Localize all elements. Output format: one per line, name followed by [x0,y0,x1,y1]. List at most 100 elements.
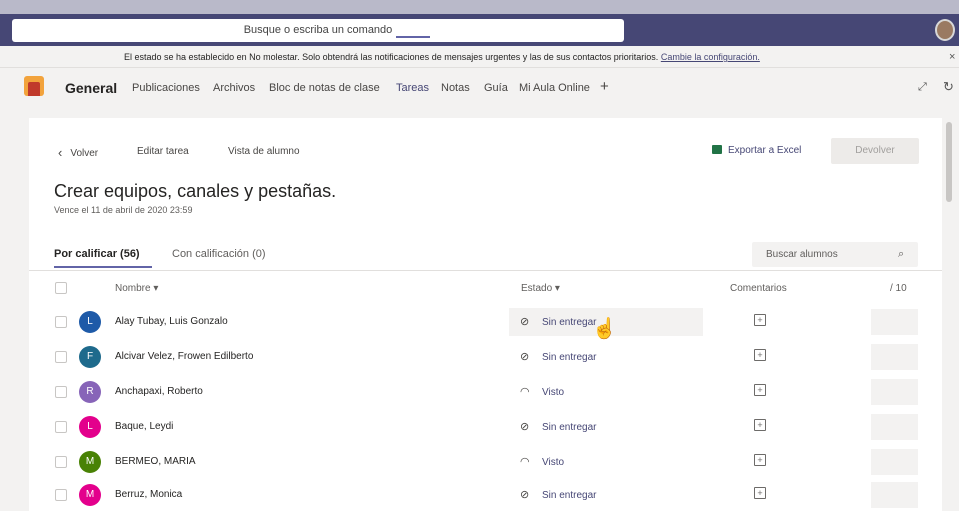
edit-assignment-button[interactable]: Editar tarea [137,146,189,157]
student-view-button[interactable]: Vista de alumno [228,146,300,157]
tab-publicaciones[interactable]: Publicaciones [132,82,200,94]
command-search-input[interactable]: Busque o escriba un comando [12,19,624,42]
table-row[interactable]: R Anchapaxi, Roberto ◠ Visto + [29,375,942,410]
row-checkbox[interactable] [55,351,67,363]
channel-title: General [65,80,118,96]
active-tab-indicator [396,36,430,38]
viewed-icon: ◠ [520,386,530,398]
state-column-header[interactable]: Estado ▾ [521,283,560,294]
student-name[interactable]: Alcivar Velez, Frowen Edilberto [115,351,253,362]
tab-tareas[interactable]: Tareas [396,82,429,94]
add-tab-icon[interactable]: + [600,78,609,95]
add-comment-icon[interactable]: + [754,314,766,326]
export-excel-button[interactable]: Exportar a Excel [712,145,801,156]
row-checkbox[interactable] [55,489,67,501]
search-icon: ⌕ [898,248,905,260]
grade-input[interactable] [871,344,918,370]
change-settings-link[interactable]: Cambie la configuración. [661,52,760,62]
tab-graded[interactable]: Con calificación (0) [172,248,266,260]
status-badge[interactable]: ⊘ Sin entregar [520,420,596,433]
add-comment-icon[interactable]: + [754,349,766,361]
grade-input[interactable] [871,449,918,475]
student-name[interactable]: BERMEO, MARIA [115,456,196,467]
add-comment-icon[interactable]: + [754,384,766,396]
tab-archivos[interactable]: Archivos [213,82,255,94]
tab-mi-aula-online[interactable]: Mi Aula Online [519,82,590,94]
not-submitted-icon: ⊘ [520,316,530,328]
sort-icon: ▾ [153,283,159,294]
status-label: Sin entregar [542,422,597,433]
channel-header: General Publicaciones Archivos Bloc de n… [0,68,959,110]
chevron-left-icon: ‹ [58,145,63,160]
status-label: Visto [542,457,565,468]
row-checkbox[interactable] [55,386,67,398]
select-all-checkbox[interactable] [55,282,67,294]
grade-input[interactable] [871,482,918,508]
student-search-placeholder: Buscar alumnos [766,249,838,260]
status-label: Visto [542,387,565,398]
close-icon[interactable]: × [949,46,955,68]
dnd-notice-bar: El estado se ha establecido en No molest… [0,46,959,68]
state-header-label: Estado [521,283,553,294]
status-label: Sin entregar [542,317,597,328]
due-date: Vence el 11 de abril de 2020 23:59 [54,205,193,215]
status-badge[interactable]: ⊘ Sin entregar [520,488,596,501]
back-label: Volver [70,148,99,159]
scrollbar[interactable] [946,122,952,202]
student-search-input[interactable]: Buscar alumnos ⌕ [752,242,918,267]
assignment-title: Crear equipos, canales y pestañas. [54,181,337,201]
grade-input[interactable] [871,309,918,335]
not-submitted-icon: ⊘ [520,489,530,501]
viewed-icon: ◠ [520,456,530,468]
return-button[interactable]: Devolver [831,138,919,164]
team-icon [24,76,44,96]
grade-input[interactable] [871,414,918,440]
avatar: L [79,311,101,333]
row-checkbox[interactable] [55,456,67,468]
dnd-notice: El estado se ha establecido en No molest… [124,46,760,68]
export-excel-label: Exportar a Excel [728,145,802,156]
tab-to-grade[interactable]: Por calificar (56) [54,248,140,260]
tab-guia[interactable]: Guía [484,82,508,94]
table-row[interactable]: L Alay Tubay, Luis Gonzalo ⊘ Sin entregar… [29,305,942,340]
name-header-label: Nombre [115,283,151,294]
status-badge[interactable]: ⊘ Sin entregar [520,350,596,363]
status-label: Sin entregar [542,490,597,501]
back-button[interactable]: ‹ Volver [58,145,98,160]
student-name[interactable]: Anchapaxi, Roberto [115,386,203,397]
header-divider [29,270,942,271]
sort-icon: ▾ [554,283,560,294]
table-row[interactable]: M Berruz, Monica ⊘ Sin entregar + [29,478,942,511]
table-row[interactable]: L Baque, Leydi ⊘ Sin entregar + [29,410,942,445]
add-comment-icon[interactable]: + [754,487,766,499]
tab-notas[interactable]: Notas [441,82,470,94]
avatar: L [79,416,101,438]
student-name[interactable]: Berruz, Monica [115,489,182,500]
excel-icon [712,145,722,154]
status-badge[interactable]: ⊘ Sin entregar [520,315,596,328]
status-label: Sin entregar [542,352,597,363]
table-row[interactable]: M BERMEO, MARIA ◠ Visto + [29,445,942,480]
not-submitted-icon: ⊘ [520,351,530,363]
row-checkbox[interactable] [55,316,67,328]
dnd-notice-text: El estado se ha establecido en No molest… [124,52,659,62]
refresh-icon[interactable]: ↻ [943,79,954,95]
row-checkbox[interactable] [55,421,67,433]
name-column-header[interactable]: Nombre ▾ [115,283,158,294]
grade-input[interactable] [871,379,918,405]
table-row[interactable]: F Alcivar Velez, Frowen Edilberto ⊘ Sin e… [29,340,942,375]
not-submitted-icon: ⊘ [520,421,530,433]
user-avatar[interactable] [935,19,955,41]
active-subtab-indicator [54,266,152,268]
add-comment-icon[interactable]: + [754,454,766,466]
status-badge[interactable]: ◠ Visto [520,385,564,398]
status-badge[interactable]: ◠ Visto [520,455,564,468]
student-name[interactable]: Alay Tubay, Luis Gonzalo [115,316,228,327]
expand-icon[interactable]: ⤢ [918,81,927,94]
add-comment-icon[interactable]: + [754,419,766,431]
comments-column-header: Comentarios [730,283,787,294]
hand-cursor-icon: ☝ [592,318,617,340]
avatar: R [79,381,101,403]
tab-bloc-de-notas[interactable]: Bloc de notas de clase [269,82,380,94]
student-name[interactable]: Baque, Leydi [115,421,173,432]
